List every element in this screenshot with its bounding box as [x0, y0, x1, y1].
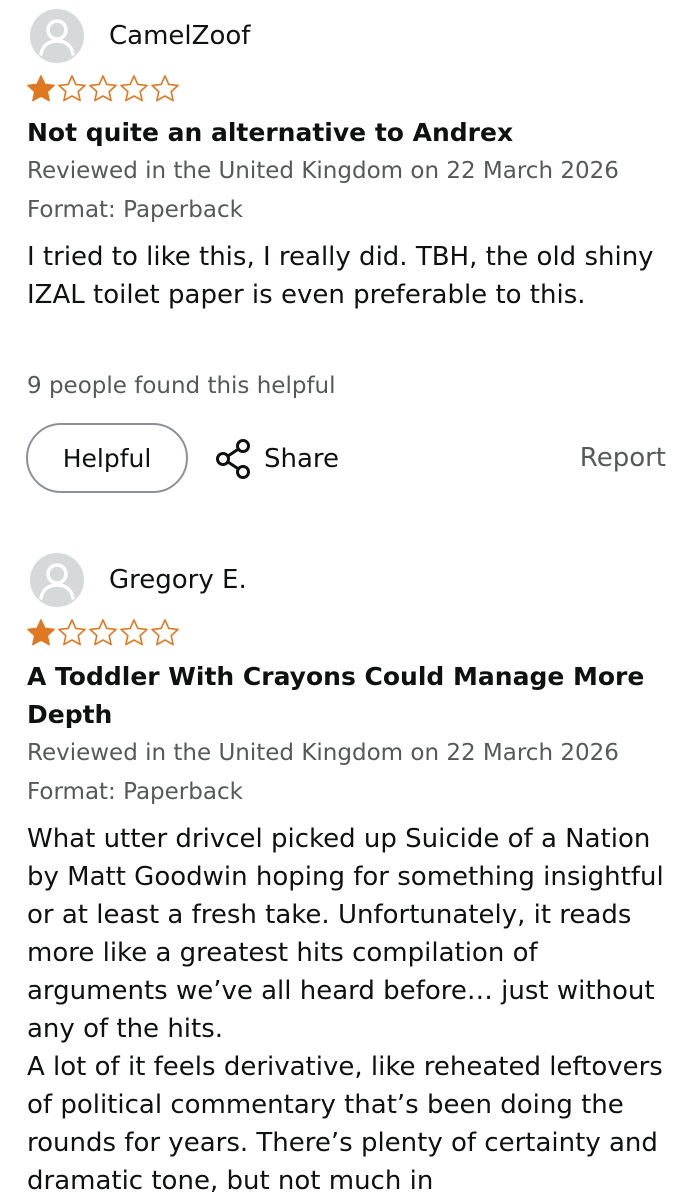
share-icon [216, 439, 250, 479]
star-empty-icon [58, 75, 86, 102]
user-silhouette-icon [39, 19, 75, 56]
review-title[interactable]: A Toddler With Crayons Could Manage More… [27, 658, 667, 734]
helpful-button-label: Helpful [62, 443, 152, 473]
star-empty-icon [120, 75, 148, 102]
reviewer-name[interactable]: Gregory E. [109, 565, 247, 595]
review-actions: Helpful Share Report [26, 423, 666, 497]
review-title[interactable]: Not quite an alternative to Andrex [27, 114, 667, 152]
review-date: Reviewed in the United Kingdom on 22 Mar… [27, 158, 619, 184]
star-filled-icon [27, 75, 55, 102]
star-empty-icon [120, 619, 148, 646]
share-label: Share [264, 444, 340, 474]
avatar [30, 553, 84, 607]
avatar [30, 9, 84, 63]
star-empty-icon [151, 75, 179, 102]
reviewer-row[interactable]: Gregory E. [30, 553, 247, 607]
star-rating [26, 618, 180, 646]
reviewer-name[interactable]: CamelZoof [109, 21, 250, 51]
user-silhouette-icon [39, 563, 75, 600]
helpful-count: 9 people found this helpful [27, 373, 336, 399]
report-link[interactable]: Report [580, 443, 666, 473]
star-filled-icon [27, 619, 55, 646]
review-date: Reviewed in the United Kingdom on 22 Mar… [27, 740, 619, 766]
review-body: What utter drivcel picked up Suicide of … [27, 824, 664, 1196]
review-format: Format: Paperback [27, 197, 243, 223]
reviewer-row[interactable]: CamelZoof [30, 9, 250, 63]
helpful-button[interactable]: Helpful [26, 423, 188, 493]
review-body: I tried to like this, I really did. TBH,… [27, 242, 654, 310]
star-rating [26, 74, 180, 102]
star-empty-icon [58, 619, 86, 646]
share-button[interactable]: Share [214, 437, 339, 481]
star-empty-icon [89, 75, 117, 102]
star-empty-icon [151, 619, 179, 646]
review-format: Format: Paperback [27, 779, 243, 805]
star-empty-icon [89, 619, 117, 646]
